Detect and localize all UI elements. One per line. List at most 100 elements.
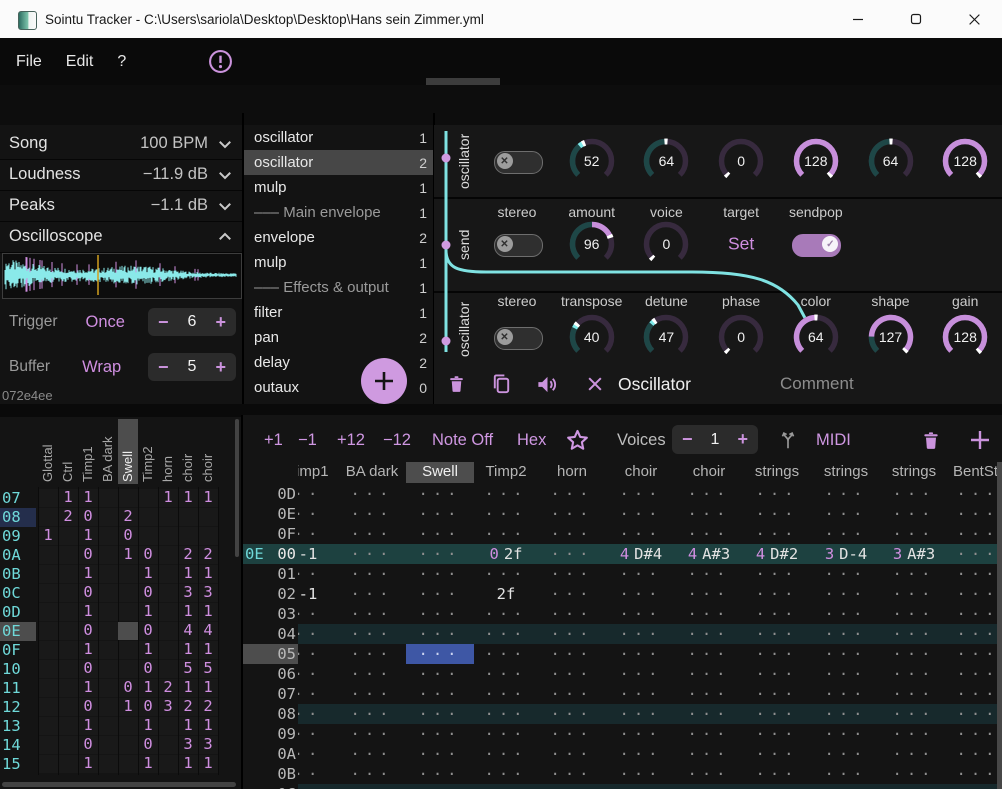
order-row-label[interactable]: 08	[2, 508, 34, 526]
order-row-label[interactable]: 07	[2, 489, 34, 507]
order-cell[interactable]: 1	[138, 754, 158, 772]
pattern-cell[interactable]: ···	[532, 664, 612, 684]
menu-help[interactable]: ?	[105, 38, 138, 85]
order-cell[interactable]: 2	[198, 545, 218, 563]
pattern-cell[interactable]: ···	[737, 604, 817, 624]
pattern-row-number[interactable]: 02	[268, 584, 296, 604]
pattern-cell[interactable]: ···	[532, 504, 612, 524]
track-header-swell[interactable]: Swell	[422, 463, 458, 480]
pattern-row-number[interactable]: 0E	[268, 504, 296, 524]
order-row-label[interactable]: 09	[2, 527, 34, 545]
chevron-down-icon[interactable]	[216, 197, 234, 215]
unit-comment-field[interactable]: Comment	[780, 374, 854, 394]
unit-list-item-oscillator[interactable]: oscillator1	[244, 125, 433, 150]
order-cell[interactable]: 2	[158, 678, 178, 696]
unit-list-item-mulp[interactable]: mulp1	[244, 175, 433, 200]
pattern-row-number[interactable]: 0B	[268, 764, 296, 784]
pattern-cell[interactable]: ···	[532, 604, 612, 624]
pattern-cell[interactable]: ···	[737, 624, 817, 644]
unit-list-item-effects-output[interactable]: ––– Effects & output1	[244, 275, 433, 300]
pattern-cell[interactable]: ···	[532, 524, 612, 544]
oscilloscope-row[interactable]: Oscilloscope	[0, 221, 242, 253]
order-column-header-glottal[interactable]: Glottal	[40, 420, 56, 482]
pattern-cell[interactable]: ···	[737, 564, 817, 584]
order-cell[interactable]: 0	[78, 507, 98, 525]
order-cell[interactable]: 0	[138, 659, 158, 677]
order-cell[interactable]: 1	[78, 526, 98, 544]
pattern-cell[interactable]: ···	[938, 664, 997, 684]
pattern-cell[interactable]: ···	[532, 584, 612, 604]
order-row-label[interactable]: 0C	[2, 584, 34, 602]
pattern-cell[interactable]: ···	[532, 624, 612, 644]
pattern-cell[interactable]: ···	[737, 764, 817, 784]
pattern-cell[interactable]: ···	[938, 604, 997, 624]
pattern-cell[interactable]: ···	[532, 564, 612, 584]
order-cell[interactable]: 1	[178, 640, 198, 658]
order-cell[interactable]: 1	[198, 640, 218, 658]
order-cell[interactable]: 2	[178, 545, 198, 563]
track-header-strings[interactable]: strings	[892, 463, 936, 480]
pattern-cell[interactable]: ···	[737, 584, 817, 604]
order-cell[interactable]: 1	[118, 545, 138, 563]
pattern-cell[interactable]: ···	[938, 624, 997, 644]
chevron-up-icon[interactable]	[216, 228, 234, 246]
track-header-choir[interactable]: choir	[693, 463, 726, 480]
order-cell[interactable]: 0	[78, 735, 98, 753]
pattern-cell[interactable]: ···	[532, 744, 612, 764]
order-row-label[interactable]: 12	[2, 698, 34, 716]
order-cell[interactable]: 1	[178, 716, 198, 734]
order-cell[interactable]: 2	[198, 697, 218, 715]
set-target-button[interactable]: Set	[728, 234, 754, 255]
order-horizontal-scrollbar[interactable]	[2, 782, 236, 787]
pattern-row-number[interactable]: 09	[268, 724, 296, 744]
order-cell[interactable]: 3	[198, 735, 218, 753]
delete-pattern-button[interactable]	[921, 427, 941, 453]
close-button[interactable]	[951, 0, 997, 38]
pattern-cell[interactable]: ···	[737, 684, 817, 704]
order-cell[interactable]: 1	[78, 602, 98, 620]
pattern-cell[interactable]: ···	[938, 764, 997, 784]
order-cell[interactable]: 1	[198, 754, 218, 772]
favorite-button[interactable]	[565, 427, 590, 453]
order-cell[interactable]: 1	[78, 564, 98, 582]
midi-button[interactable]: MIDI	[816, 427, 851, 453]
order-cell[interactable]: 1	[138, 640, 158, 658]
pattern-cell[interactable]: ···	[532, 644, 612, 664]
pattern-cell[interactable]: ···	[938, 724, 997, 744]
order-cell[interactable]: 1	[138, 602, 158, 620]
order-cell[interactable]: 4	[198, 621, 218, 639]
order-cell[interactable]: 0	[78, 545, 98, 563]
unit-solo-button speaker-icon[interactable]	[535, 373, 559, 396]
unit-list-item-mulp[interactable]: mulp1	[244, 250, 433, 275]
pattern-cell[interactable]: ···	[938, 684, 997, 704]
peaks-row[interactable]: Peaks −1.1 dB	[0, 190, 242, 222]
order-cell[interactable]: 0	[138, 697, 158, 715]
pattern-vertical-scrollbar[interactable]	[997, 462, 1002, 789]
pattern-toolbar-−12-button[interactable]: −12	[383, 427, 411, 453]
order-cell[interactable]: 1	[178, 564, 198, 582]
chevron-down-icon[interactable]	[216, 166, 234, 184]
menu-file[interactable]: File	[4, 38, 54, 85]
add-track-button[interactable]	[968, 427, 992, 453]
pattern-voices-minus-button[interactable]: −	[672, 429, 703, 450]
order-cell[interactable]: 1	[198, 678, 218, 696]
buffer-minus-button[interactable]: −	[148, 357, 179, 378]
order-cell[interactable]: 2	[58, 507, 78, 525]
order-row-label[interactable]: 0F	[2, 641, 34, 659]
order-row-label[interactable]: 11	[2, 679, 34, 697]
pattern-row-number[interactable]: 04	[268, 624, 296, 644]
delete-unit-button trash-icon[interactable]	[447, 373, 466, 395]
pattern-cell[interactable]: ···	[938, 484, 997, 504]
order-cell[interactable]: 0	[138, 583, 158, 601]
order-row-label[interactable]: 0D	[2, 603, 34, 621]
order-cell[interactable]: 1	[158, 488, 178, 506]
pattern-row-number[interactable]: 07	[268, 684, 296, 704]
pattern-cell[interactable]: ···	[737, 784, 817, 789]
order-cell[interactable]: 0	[138, 621, 158, 639]
order-column-header-swell[interactable]: Swell	[120, 420, 136, 482]
pattern-row-number[interactable]: 08	[268, 704, 296, 724]
order-cell[interactable]: 0	[78, 697, 98, 715]
order-cell[interactable]: 0	[78, 621, 98, 639]
pattern-row-number[interactable]: 06	[268, 664, 296, 684]
order-column-header-choir[interactable]: choir	[180, 420, 196, 482]
